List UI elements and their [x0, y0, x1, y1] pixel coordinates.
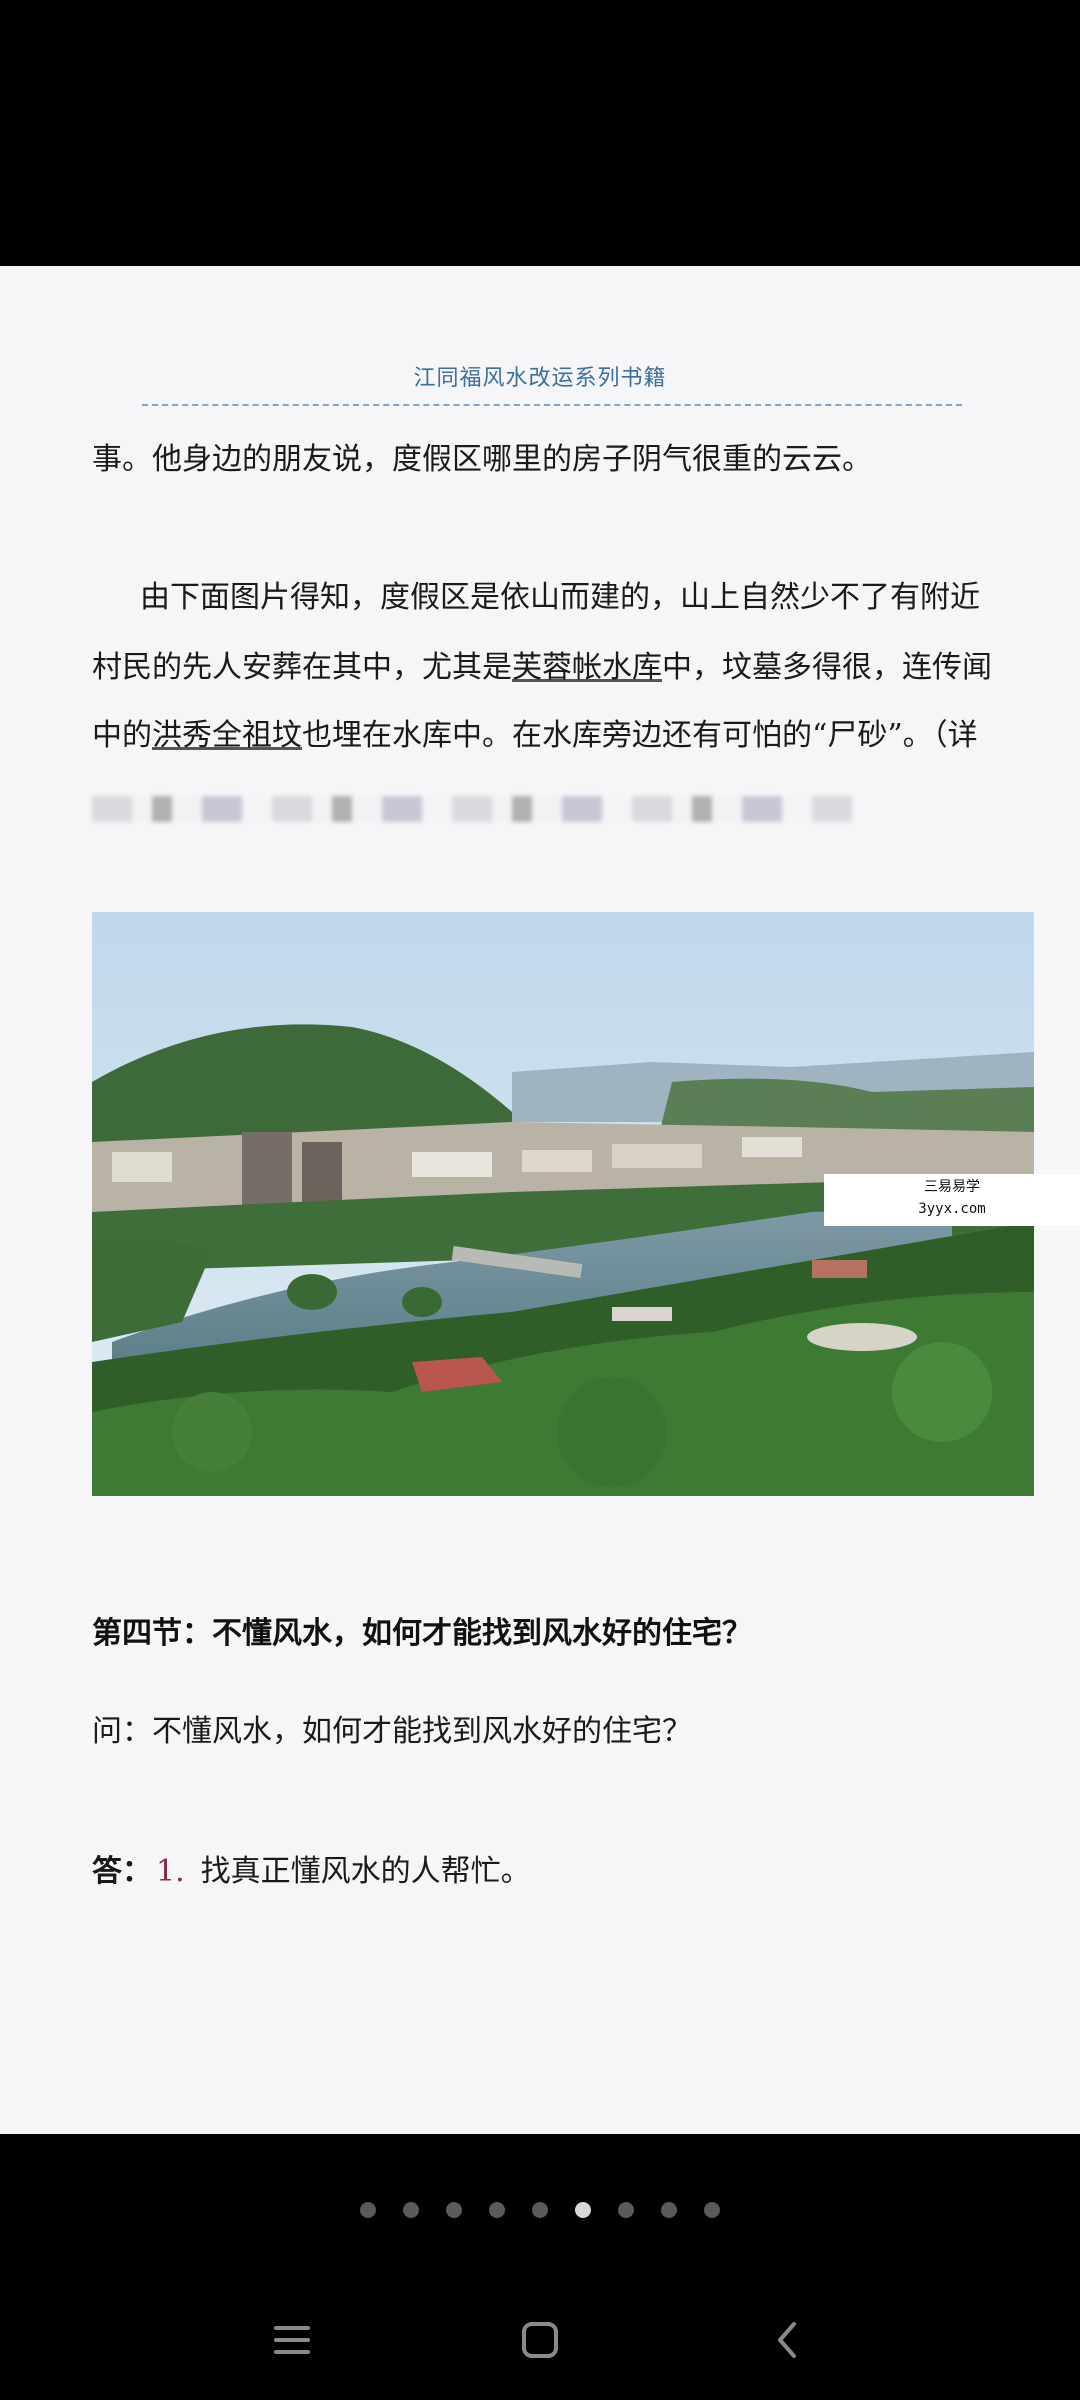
menu-icon[interactable] [262, 2310, 322, 2370]
back-icon[interactable] [758, 2310, 818, 2370]
navigation-bar [0, 2300, 1080, 2380]
page-dot[interactable] [489, 2202, 505, 2218]
answer-label: 答： [92, 1854, 152, 1889]
redacted-line [92, 796, 852, 822]
paragraph-line: 村民的先人安葬在其中，尤其是芙蓉帐水库中，坟墓多得很，连传闻 [92, 646, 1012, 690]
page-dot[interactable] [661, 2202, 677, 2218]
text-span: 中的 [92, 718, 152, 753]
tomb-link[interactable]: 洪秀全祖坟 [152, 718, 302, 753]
page-dot[interactable] [360, 2202, 376, 2218]
answer-text: 答： 1. 找真正懂风水的人帮忙。 [92, 1846, 531, 1890]
page-indicator [0, 2202, 1080, 2218]
paragraph-line: 中的洪秀全祖坟也埋在水库中。在水库旁边还有可怕的“尸砂”。（详 [92, 714, 1012, 758]
page-dot[interactable] [575, 2202, 591, 2218]
page-dot[interactable] [704, 2202, 720, 2218]
page-dot[interactable] [446, 2202, 462, 2218]
book-series-title: 江同福风水改运系列书籍 [413, 366, 667, 391]
text-span: 中，坟墓多得很，连传闻 [662, 650, 992, 685]
text-span: 也埋在水库中。在水库旁边还有可怕的“尸砂”。（详 [302, 718, 978, 753]
site-watermark: 三易易学 3yyx.com [824, 1174, 1080, 1226]
text-span: 村民的先人安葬在其中，尤其是 [92, 650, 512, 685]
document-page[interactable]: 江同福风水改运系列书籍 事。他身边的朋友说，度假区哪里的房子阴气很重的云云。 由… [0, 266, 1080, 2134]
answer-body: 找真正懂风水的人帮忙。 [200, 1854, 531, 1889]
paragraph-line: 事。他身边的朋友说，度假区哪里的房子阴气很重的云云。 [92, 442, 872, 477]
page-dot[interactable] [618, 2202, 634, 2218]
page-dot[interactable] [403, 2202, 419, 2218]
home-icon[interactable] [510, 2310, 570, 2370]
page-dot[interactable] [532, 2202, 548, 2218]
watermark-line: 3yyx.com [918, 1201, 986, 1217]
section-heading: 第四节：不懂风水，如何才能找到风水好的住宅？ [92, 1616, 752, 1651]
paragraph-line: 由下面图片得知，度假区是依山而建的，山上自然少不了有附近 [140, 580, 980, 615]
answer-number: 1. [156, 1854, 185, 1889]
question-text: 问：不懂风水，如何才能找到风水好的住宅？ [92, 1714, 692, 1749]
reservoir-link[interactable]: 芙蓉帐水库 [512, 650, 662, 685]
header-divider [142, 404, 962, 406]
watermark-line: 三易易学 [924, 1179, 980, 1195]
